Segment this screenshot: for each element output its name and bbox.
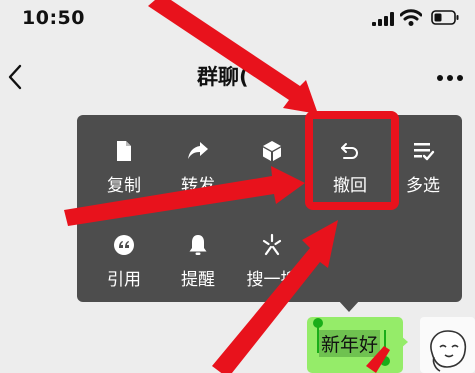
bubble-tail	[400, 335, 408, 349]
cube-icon	[263, 141, 281, 161]
battery-icon	[431, 10, 459, 25]
selection-end-bar	[384, 330, 386, 356]
back-chevron-icon[interactable]	[3, 62, 27, 92]
selection-end-handle[interactable]	[380, 356, 390, 366]
checklist-icon	[414, 143, 435, 161]
menu-item-copy[interactable]: 复制	[87, 133, 161, 197]
avatar-face-icon	[430, 330, 467, 372]
quote-icon	[114, 235, 134, 255]
selection-start-bar	[317, 327, 319, 353]
menu-item-quote[interactable]: 引用	[87, 227, 161, 291]
status-bar: 10:50	[0, 0, 475, 40]
menu-item-label: 复制	[107, 176, 141, 196]
menu-item-label: 搜一搜	[246, 270, 298, 290]
wifi-icon	[400, 9, 422, 26]
signal-icon	[372, 12, 394, 26]
menu-item-label: 转发	[181, 176, 215, 196]
menu-item-label: 提醒	[181, 270, 215, 290]
menu-pointer	[338, 300, 360, 312]
menu-item-label: 收	[263, 176, 281, 196]
menu-item-label: 引用	[107, 270, 141, 290]
status-time: 10:50	[22, 7, 85, 29]
menu-item-forward[interactable]: 转发	[161, 133, 235, 197]
search-spark-icon	[262, 233, 282, 256]
menu-item-favorite[interactable]: 收	[235, 133, 309, 197]
share-icon	[188, 142, 208, 159]
chat-header: 群聊(	[0, 40, 475, 110]
annotation-highlight-box	[305, 111, 399, 210]
selection-start-handle[interactable]	[313, 318, 323, 328]
menu-item-remind[interactable]: 提醒	[161, 227, 235, 291]
avatar[interactable]	[420, 317, 475, 373]
bell-icon	[189, 235, 207, 255]
file-icon	[117, 141, 131, 161]
more-icon[interactable]	[436, 74, 464, 82]
menu-item-search[interactable]: 搜一搜	[235, 227, 309, 291]
message-text[interactable]: 新年好	[319, 330, 381, 357]
chat-title: 群聊(	[197, 65, 249, 89]
message-context-menu: 复制 转发 收 撤回 多选 引用 提醒 搜一搜	[77, 115, 462, 302]
